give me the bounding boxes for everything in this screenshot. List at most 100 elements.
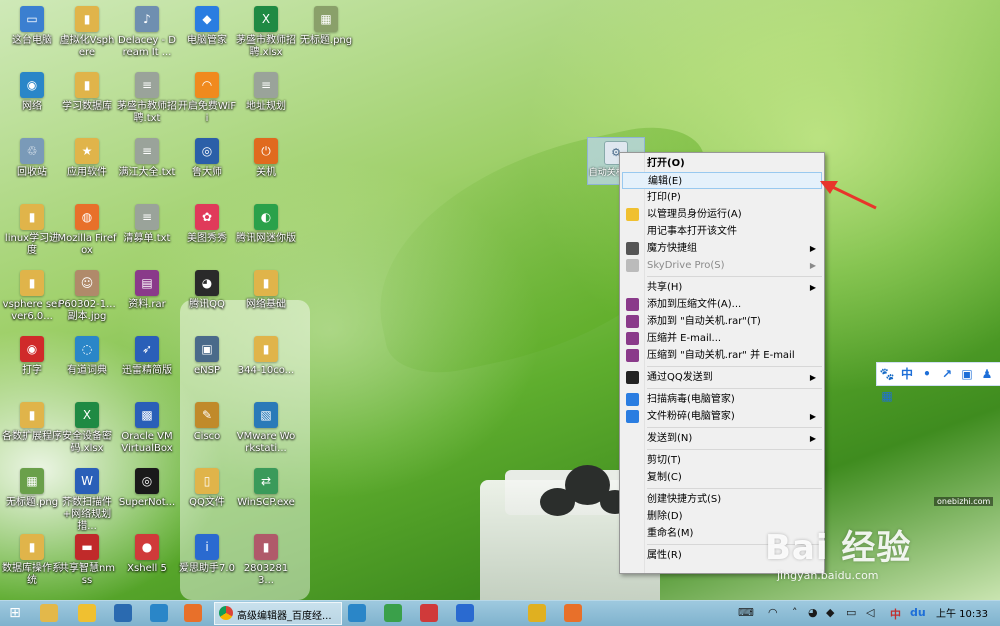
qq-toolbar-button[interactable]: 🐾 [877,363,897,385]
desktop-icon[interactable]: ▩ Oracle VM VirtualBox [117,402,177,470]
qq-toolbar-button[interactable]: ▦ [877,385,897,407]
wifi-icon[interactable]: ◠ [768,606,778,619]
app-taskbar-icon[interactable] [528,604,546,622]
app-taskbar-icon[interactable] [456,604,474,622]
network-tray-icon[interactable]: ▭ [846,606,856,619]
desktop-icon[interactable]: ▦ 无标题.png [296,6,356,74]
menu-item[interactable]: 剪切(T) [622,452,822,469]
desktop-icon[interactable]: ▣ eNSP [177,336,237,404]
desktop-icon-label: 应用软件 [67,167,107,178]
menu-item[interactable]: SkyDrive Pro(S) ▶ [622,257,822,274]
menu-item[interactable]: 用记事本打开该文件 [622,223,822,240]
app-taskbar-icon[interactable] [384,604,402,622]
desktop-icon-image: W [75,468,99,494]
menu-item[interactable]: 压缩到 "自动关机.rar" 并 E-mail [622,347,822,364]
menu-item[interactable]: 添加到 "自动关机.rar"(T) [622,313,822,330]
desktop-icon-image: ≡ [135,138,159,164]
desktop-icon[interactable]: ▮ vsphere server6.0... [2,270,62,338]
desktop-icon[interactable]: ◍ Mozilla Firefox [57,204,117,272]
desktop-icon[interactable]: ⏻ 关机 [236,138,296,206]
desktop-icon[interactable]: ▮ linux学习进度 [2,204,62,272]
desktop-icon[interactable]: ◐ 腾讯网迷你版 [236,204,296,272]
desktop-icon[interactable]: ▧ VMware Workstati... [236,402,296,470]
desktop-icon[interactable]: ➶ 迅雷精简版 [117,336,177,404]
app-taskbar-icon[interactable] [184,604,202,622]
volume-icon[interactable]: ◁ [866,606,874,619]
desktop-icon[interactable]: i 爱思助手7.0 [177,534,237,602]
firefox-taskbar-icon[interactable] [564,604,582,622]
active-browser-window[interactable]: 高级编辑器_百度经... [214,602,342,625]
desktop-icon[interactable]: ◎ 鲁大师 [177,138,237,206]
teamviewer-taskbar-icon[interactable] [348,604,366,622]
desktop-icon[interactable]: ◆ 电脑管家 [177,6,237,74]
desktop-icon[interactable]: ☺ P60302-1...副本.jpg [57,270,117,338]
baidu-input-tray[interactable]: du [910,606,926,619]
menu-item[interactable]: 打印(P) [622,189,822,206]
qq-toolbar-button[interactable]: ♟ [977,363,997,385]
menu-item[interactable]: 编辑(E) [622,172,822,189]
desktop-icon[interactable]: ▮ 各数扩展程序 [2,402,62,470]
desktop-icon[interactable]: ▮ 虚拟化Vsphere [57,6,117,74]
desktop-icon[interactable]: ▤ 资料.rar [117,270,177,338]
file-explorer-icon[interactable] [40,604,58,622]
desktop-icon[interactable]: ≡ 茅盛市教师招聘.txt [117,72,177,140]
qq-toolbar-button[interactable]: 中 [897,363,917,385]
app-taskbar-icon[interactable] [150,604,168,622]
clock[interactable]: 上午 10:33 [936,605,988,620]
xshell-taskbar-icon[interactable] [420,604,438,622]
desktop-icon[interactable]: ▮ 数据库操作系统 [2,534,62,602]
desktop-icon-image: ▧ [254,402,278,428]
menu-item-label: 共享(H) [647,282,683,293]
desktop-icon[interactable]: ♲ 回收站 [2,138,62,206]
menu-item[interactable]: 打开(O) [622,155,822,172]
qq-tray-icon[interactable]: ◕ [808,606,818,619]
qq-toolbar-button[interactable]: ▣ [957,363,977,385]
desktop-icon[interactable]: ≡ 清募单.txt [117,204,177,272]
desktop-icon[interactable]: ▮ 网络基础 [236,270,296,338]
desktop-icon[interactable]: ◉ 打字 [2,336,62,404]
desktop-icon[interactable]: ▦ 无标题.png [2,468,62,536]
desktop-icon[interactable]: ▮ 28032813... [236,534,296,602]
desktop-icon[interactable]: ✎ Cisco [177,402,237,470]
menu-item[interactable]: 压缩并 E-mail... [622,330,822,347]
qq-toolbar-button[interactable]: • [917,363,937,385]
calendar-taskbar-icon[interactable] [114,604,132,622]
menu-item[interactable]: 文件粉碎(电脑管家) ▶ [622,408,822,425]
desktop-icon[interactable]: ▭ 这台电脑 [2,6,62,74]
desktop-icon[interactable]: ◕ 腾讯QQ [177,270,237,338]
menu-item[interactable]: 添加到压缩文件(A)... [622,296,822,313]
menu-item[interactable]: 共享(H) ▶ [622,279,822,296]
desktop-icon[interactable]: X 安全设备密码.xlsx [57,402,117,470]
desktop-icon[interactable]: ⇄ WinSCP.exe [236,468,296,536]
desktop-icon[interactable]: ▮ 344-10co... [236,336,296,404]
menu-item[interactable]: 创建快捷方式(S) [622,491,822,508]
menu-item[interactable]: 复制(C) [622,469,822,486]
desktop-icon[interactable]: ▬ 共享智慧nmss [57,534,117,602]
desktop-icon[interactable]: ◎ SuperNot... [117,468,177,536]
menu-item[interactable]: 以管理员身份运行(A) [622,206,822,223]
desktop-icon[interactable]: X 茅盛市教师招聘.xlsx [236,6,296,74]
menu-item[interactable]: 通过QQ发送到 ▶ [622,369,822,386]
language-indicator[interactable]: 中 [890,606,901,622]
desktop-icon[interactable]: ≡ 满江大全.txt [117,138,177,206]
keyboard-icon[interactable]: ⌨ [738,606,754,619]
desktop-icon[interactable]: ▮ 学习数据库 [57,72,117,140]
desktop-icon[interactable]: ◉ 网络 [2,72,62,140]
chevron-up-icon[interactable]: ˄ [792,606,798,619]
menu-item[interactable]: 扫描病毒(电脑管家) [622,391,822,408]
desktop-icon[interactable]: ≡ 地址规划 [236,72,296,140]
qq-toolbar-button[interactable]: ↗ [937,363,957,385]
desktop-icon[interactable]: ★ 应用软件 [57,138,117,206]
desktop-icon[interactable]: ✿ 美图秀秀 [177,204,237,272]
start-button[interactable]: ⊞ [6,604,24,622]
qq-taskbar-icon[interactable] [78,604,96,622]
desktop-icon[interactable]: ◌ 有道词典 [57,336,117,404]
desktop-icon[interactable]: ♪ Delacey - Dream It ... [117,6,177,74]
tray-app-icon[interactable]: ◆ [826,606,834,619]
desktop-icon[interactable]: W 芥数扫描件+网络规划措... [57,468,117,536]
menu-item[interactable]: 魔方快捷组 ▶ [622,240,822,257]
menu-item[interactable]: 发送到(N) ▶ [622,430,822,447]
desktop-icon[interactable]: ◠ 开启免费WiFi [177,72,237,140]
desktop-icon[interactable]: ● Xshell 5 [117,534,177,602]
desktop-icon[interactable]: ▯ QQ文件 [177,468,237,536]
